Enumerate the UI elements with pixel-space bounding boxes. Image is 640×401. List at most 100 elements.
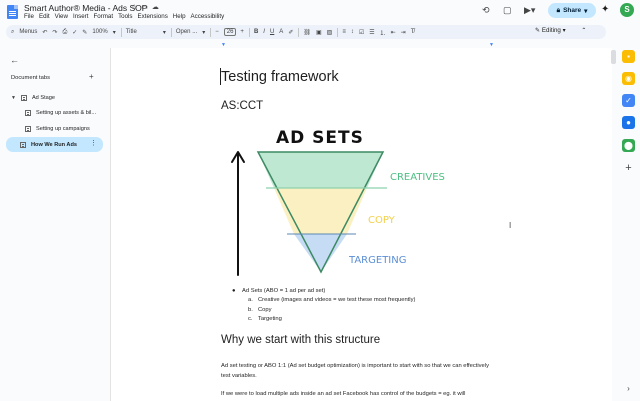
- list-item: b. Copy: [232, 306, 415, 315]
- search-menus-input[interactable]: Menus: [19, 29, 37, 35]
- numbered-list-icon[interactable]: ⒈: [380, 28, 386, 37]
- keep-icon[interactable]: ◉: [622, 72, 635, 85]
- label-targeting: TARGETING: [348, 255, 406, 266]
- style-select[interactable]: Title: [126, 29, 137, 35]
- menu-extensions[interactable]: Extensions: [138, 13, 168, 20]
- tasks-icon[interactable]: ✓: [622, 94, 635, 107]
- zoom-select[interactable]: 100%: [92, 29, 107, 35]
- drawing-heading: AD SETS: [276, 128, 364, 148]
- funnel-band-targeting: [294, 234, 347, 272]
- tab-ad-stage[interactable]: ▼ Ad Stage: [11, 95, 55, 101]
- section-heading: Why we start with this structure: [221, 334, 381, 346]
- label-copy: COPY: [368, 215, 396, 226]
- editing-label: Editing: [541, 27, 561, 34]
- bold-icon[interactable]: B: [254, 29, 258, 35]
- italic-icon[interactable]: I: [263, 29, 265, 35]
- calendar-icon[interactable]: ▪: [622, 50, 635, 63]
- maps-icon[interactable]: ⬤: [622, 139, 635, 152]
- menu-bar: File Edit View Insert Format Tools Exten…: [24, 13, 224, 20]
- hide-side-panel-icon[interactable]: ›: [622, 382, 635, 395]
- list-item-text: Targeting: [258, 315, 282, 322]
- decrease-indent-icon[interactable]: ⇤: [391, 29, 396, 36]
- print-icon[interactable]: ⎙: [62, 29, 67, 36]
- title-bar: Smart Author® Media - Ads SOP ☆ ▭ ☁ File…: [0, 0, 640, 24]
- get-addons-icon[interactable]: +: [622, 162, 635, 175]
- paragraph-2: If we were to load multiple ads inside a…: [221, 391, 466, 397]
- bulleted-list-icon[interactable]: ☰: [369, 29, 374, 36]
- underline-icon[interactable]: U: [270, 29, 274, 35]
- label-creatives: CREATIVES: [390, 172, 445, 183]
- menu-file[interactable]: File: [24, 13, 34, 20]
- contacts-icon[interactable]: ●: [622, 116, 635, 129]
- docs-logo-icon[interactable]: [7, 5, 18, 19]
- spellcheck-icon[interactable]: ✓: [72, 29, 77, 36]
- avatar[interactable]: S: [620, 3, 634, 17]
- align-icon[interactable]: ≡: [342, 29, 346, 35]
- comments-icon[interactable]: ▢: [503, 5, 512, 16]
- tab-icon: [20, 142, 26, 148]
- ad-sets-funnel-drawing[interactable]: AD SETS CREATIVES COPY TARGETING: [221, 120, 455, 280]
- menu-tools[interactable]: Tools: [118, 13, 132, 20]
- more-options-icon[interactable]: ⋮: [90, 139, 97, 147]
- menu-view[interactable]: View: [55, 13, 68, 20]
- paragraph-1: Ad set testing or ABO 1:1 (Ad set budget…: [221, 363, 489, 379]
- undo-icon[interactable]: ↶: [42, 29, 47, 36]
- decrease-font-icon[interactable]: −: [215, 29, 219, 35]
- style-dropdown-icon[interactable]: ▾: [163, 29, 166, 36]
- i-beam-cursor-icon: I: [509, 221, 512, 230]
- zoom-dropdown-icon[interactable]: ▾: [113, 29, 116, 36]
- redo-icon[interactable]: ↷: [52, 29, 57, 36]
- increase-font-icon[interactable]: +: [240, 29, 244, 35]
- toolbar: ⌕ Menus ↶ ↷ ⎙ ✓ ✎ 100% ▾ Title ▾ Open ..…: [6, 25, 606, 39]
- text-color-icon[interactable]: A: [279, 29, 283, 35]
- menu-accessibility[interactable]: Accessibility: [191, 13, 225, 20]
- line-spacing-icon[interactable]: ↕: [351, 29, 354, 35]
- caret-down-icon[interactable]: ▼: [11, 95, 16, 101]
- menu-help[interactable]: Help: [173, 13, 186, 20]
- list-marker: b.: [248, 306, 253, 313]
- clear-formatting-icon[interactable]: T̸: [411, 29, 415, 35]
- search-menus-icon[interactable]: ⌕: [11, 29, 14, 36]
- font-dropdown-icon[interactable]: ▾: [202, 29, 205, 36]
- add-tab-icon[interactable]: +: [89, 72, 94, 81]
- highlight-icon[interactable]: ✐: [288, 29, 293, 36]
- left-indent-marker-icon[interactable]: ▼: [221, 42, 226, 48]
- font-size-input[interactable]: 26: [223, 28, 237, 36]
- increase-indent-icon[interactable]: ⇥: [401, 29, 406, 36]
- document-title[interactable]: Smart Author® Media - Ads SOP: [24, 3, 147, 13]
- editing-mode-select[interactable]: ✎ Editing ▾ ⌃: [535, 27, 587, 34]
- share-dropdown-icon[interactable]: ▾: [584, 7, 587, 15]
- paint-format-icon[interactable]: ✎: [82, 29, 87, 36]
- ruler: ▼ ▼: [221, 42, 494, 48]
- font-select[interactable]: Open ...: [176, 29, 197, 35]
- cloud-saved-icon[interactable]: ☁: [152, 3, 159, 11]
- list-item: a. Creative (images and videos = we test…: [232, 296, 415, 305]
- back-arrow-icon[interactable]: ←: [10, 55, 19, 65]
- insert-image-icon[interactable]: ▨: [327, 29, 333, 36]
- right-indent-marker-icon[interactable]: ▼: [489, 42, 494, 48]
- menu-format[interactable]: Format: [93, 13, 113, 20]
- collapse-toolbar-icon[interactable]: ⌃: [581, 27, 586, 34]
- list-marker: c.: [248, 315, 253, 322]
- scrollbar[interactable]: [611, 50, 616, 64]
- menu-insert[interactable]: Insert: [73, 13, 88, 20]
- tab-how-we-run-ads[interactable]: How We Run Ads: [20, 142, 77, 148]
- gemini-icon[interactable]: ✦: [601, 4, 609, 15]
- checklist-icon[interactable]: ☑: [359, 29, 364, 36]
- add-comment-icon[interactable]: ▣: [316, 29, 322, 36]
- tab-setting-up-campaigns[interactable]: Setting up campaigns: [25, 126, 90, 132]
- tab-setting-up-assets[interactable]: Setting up assets & bil...: [25, 110, 96, 116]
- list-item-text: Creative (images and videos = we test th…: [258, 297, 416, 304]
- insert-link-icon[interactable]: ⛓: [303, 29, 311, 36]
- tab-label: Setting up campaigns: [36, 126, 90, 132]
- star-icon[interactable]: ☆: [131, 3, 137, 11]
- meet-icon[interactable]: ▶▾: [524, 5, 535, 16]
- share-button[interactable]: 🔒︎ Share ▾: [548, 3, 596, 18]
- menu-edit[interactable]: Edit: [39, 13, 50, 20]
- history-icon[interactable]: ⟲: [482, 5, 490, 16]
- tab-icon: [25, 126, 31, 132]
- ad-sets-list: ● Ad Sets (ABO = 1 ad per ad set) a. Cre…: [232, 287, 415, 324]
- side-panel: ▪ ◉ ✓ ● ⬤ + ›: [618, 40, 640, 401]
- move-folder-icon[interactable]: ▭: [141, 3, 148, 11]
- list-item: ● Ad Sets (ABO = 1 ad per ad set): [232, 287, 415, 296]
